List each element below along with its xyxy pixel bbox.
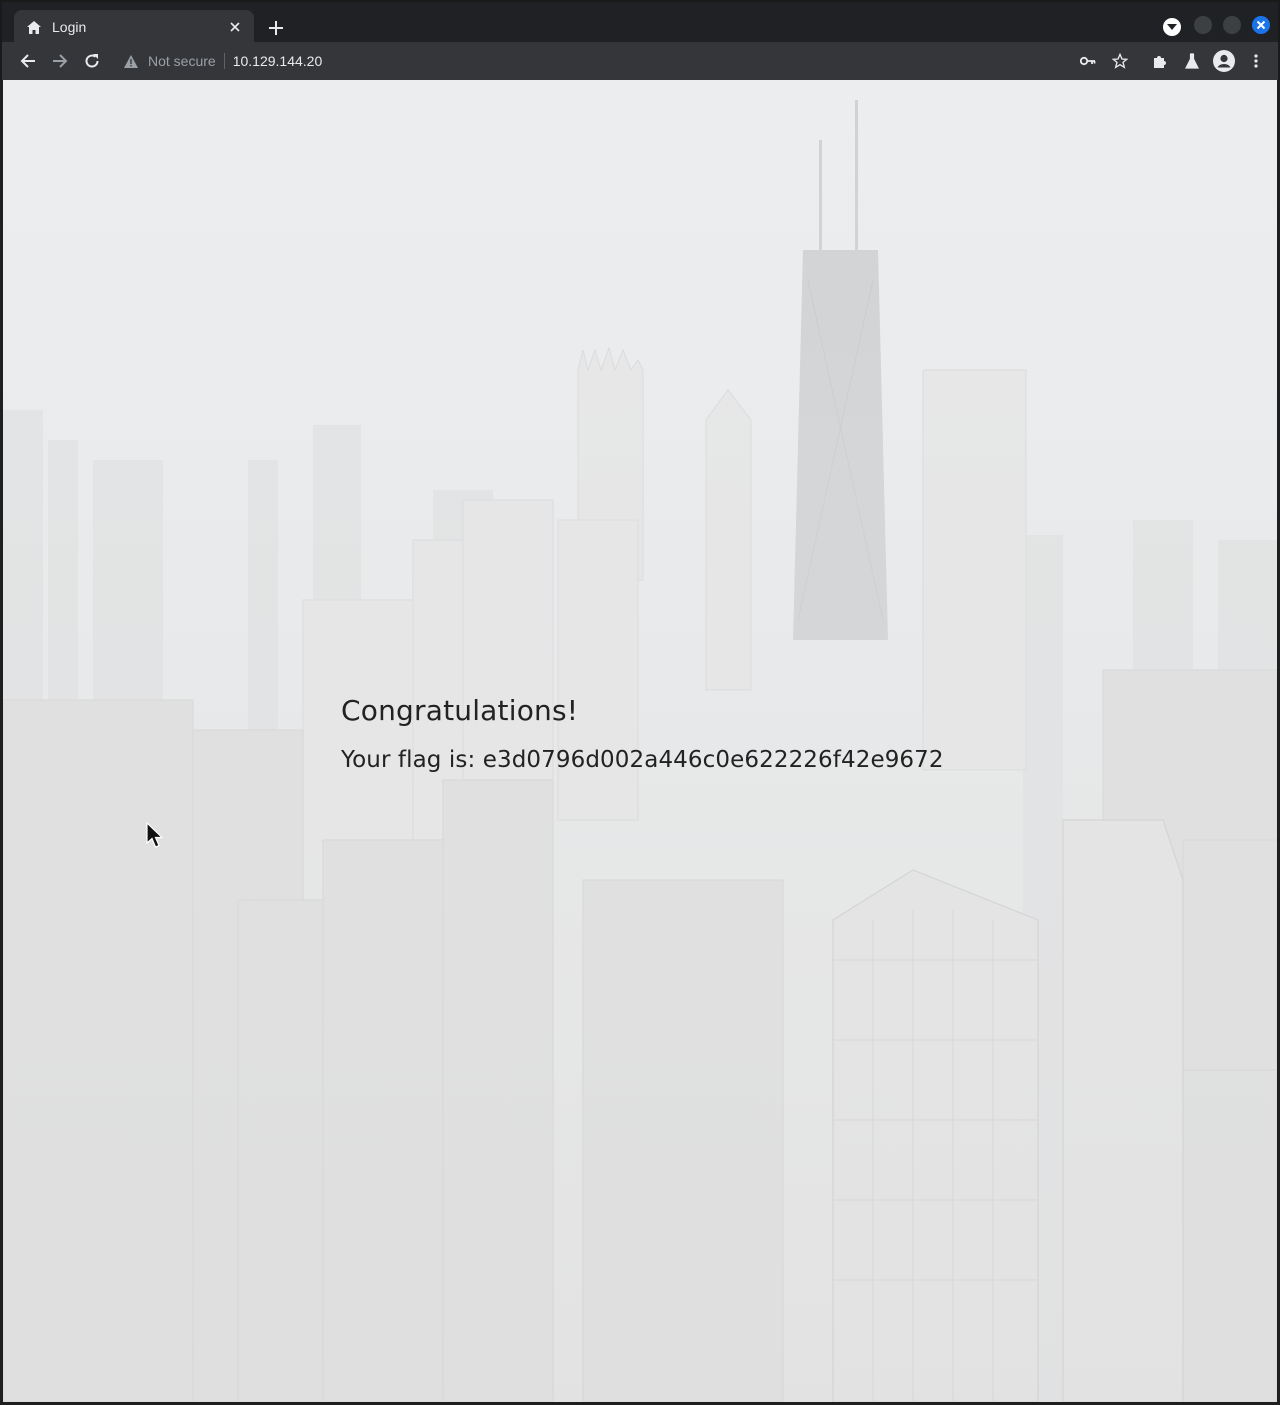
- minimize-button[interactable]: [1194, 16, 1212, 34]
- arrow-left-icon[interactable]: [16, 49, 40, 73]
- browser-toolbar: Not secure 10.129.144.20: [0, 42, 1280, 80]
- key-icon[interactable]: [1076, 49, 1100, 73]
- close-window-button[interactable]: [1252, 16, 1270, 34]
- kebab-menu-icon[interactable]: [1244, 49, 1268, 73]
- warning-icon[interactable]: [124, 53, 140, 69]
- reload-icon[interactable]: [80, 49, 104, 73]
- flask-icon[interactable]: [1180, 49, 1204, 73]
- chevron-down-icon[interactable]: [1163, 18, 1181, 36]
- url-text[interactable]: 10.129.144.20: [233, 53, 323, 69]
- puzzle-icon[interactable]: [1148, 49, 1172, 73]
- omnibox-divider: [223, 53, 225, 69]
- maximize-button[interactable]: [1223, 16, 1241, 34]
- page-heading: Congratulations!: [341, 694, 579, 727]
- browser-titlebar: Login: [0, 0, 1280, 44]
- browser-tab[interactable]: Login: [14, 10, 254, 44]
- plus-icon[interactable]: [264, 16, 288, 40]
- address-bar[interactable]: Not secure 10.129.144.20: [114, 47, 1114, 75]
- arrow-right-icon[interactable]: [48, 49, 72, 73]
- star-icon[interactable]: [1108, 49, 1132, 73]
- flag-message: Your flag is: e3d0796d002a446c0e622226f4…: [341, 747, 944, 773]
- home-icon: [26, 19, 42, 35]
- avatar-icon[interactable]: [1212, 49, 1236, 73]
- security-label[interactable]: Not secure: [148, 53, 216, 69]
- mouse-cursor-icon: [146, 821, 164, 854]
- congrats-panel: Congratulations! Your flag is: e3d0796d0…: [341, 694, 944, 773]
- tab-title: Login: [52, 19, 87, 35]
- page-viewport: Congratulations! Your flag is: e3d0796d0…: [0, 80, 1280, 1405]
- close-icon[interactable]: [226, 18, 244, 36]
